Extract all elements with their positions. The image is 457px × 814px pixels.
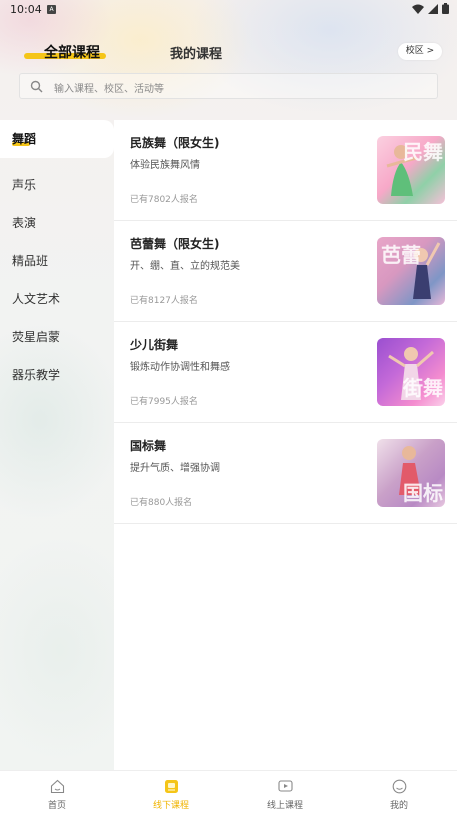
course-desc: 提升气质、增强协调 <box>130 463 220 474</box>
signal-icon <box>428 3 438 14</box>
sidebar-item-premium[interactable]: 精品班 <box>0 242 114 280</box>
thumbnail-caption: 芭蕾 <box>381 243 421 267</box>
course-enroll-count: 已有880人报名 <box>130 498 193 508</box>
tab-my-courses[interactable]: 我的课程 <box>170 43 222 62</box>
course-desc: 锻炼动作协调性和舞感 <box>130 362 230 373</box>
sidebar-item-label: 表演 <box>12 216 37 230</box>
sidebar-item-instrument[interactable]: 器乐教学 <box>0 356 114 394</box>
course-name: 民族舞（限女生) <box>130 136 220 150</box>
sidebar-item-label: 精品班 <box>12 254 49 268</box>
course-name: 国标舞 <box>130 439 167 453</box>
notification-icon: A <box>47 5 56 14</box>
offline-course-icon <box>165 780 178 793</box>
course-item[interactable]: 国标舞 提升气质、增强协调 已有880人报名 国标 <box>114 423 457 524</box>
nav-label: 线下课程 <box>152 801 189 811</box>
search-input[interactable]: 输入课程、校区、活动等 <box>19 73 438 99</box>
battery-icon <box>442 3 449 14</box>
sidebar-item-starlight[interactable]: 荧星启蒙 <box>0 318 114 356</box>
course-item[interactable]: 芭蕾舞（限女生) 开、绷、直、立的规范美 已有8127人报名 芭蕾 <box>114 221 457 322</box>
course-desc: 体验民族舞风情 <box>130 160 200 171</box>
nav-label: 首页 <box>47 801 66 811</box>
sidebar-item-humanities[interactable]: 人文艺术 <box>0 280 114 318</box>
course-desc: 开、绷、直、立的规范美 <box>130 261 240 272</box>
thumbnail-caption: 街舞 <box>403 376 443 400</box>
sidebar-item-label: 声乐 <box>12 178 37 192</box>
wifi-icon <box>412 4 424 14</box>
search-placeholder: 输入课程、校区、活动等 <box>54 84 164 95</box>
course-item[interactable]: 民族舞（限女生) 体验民族舞风情 已有7802人报名 民舞 <box>114 120 457 221</box>
sidebar-item-label: 舞蹈 <box>12 132 37 146</box>
status-icons <box>412 3 449 14</box>
course-thumbnail: 街舞 <box>377 338 445 406</box>
thumbnail-caption: 民舞 <box>403 140 443 164</box>
course-enroll-count: 已有7995人报名 <box>130 397 198 407</box>
tab-all-courses[interactable]: 全部课程 <box>44 42 100 62</box>
nav-label: 我的 <box>389 801 408 811</box>
bottom-navigation: 首页 线下课程 线上课程 我的 <box>0 770 457 814</box>
search-icon <box>30 80 43 93</box>
course-item[interactable]: 少儿街舞 锻炼动作协调性和舞感 已有7995人报名 街舞 <box>114 322 457 423</box>
home-icon <box>50 779 65 794</box>
course-name: 芭蕾舞（限女生) <box>130 237 220 251</box>
sidebar-item-dance[interactable]: 舞蹈 <box>0 120 114 158</box>
nav-online-courses[interactable]: 线上课程 <box>245 771 325 814</box>
sidebar-item-vocal[interactable]: 声乐 <box>0 166 114 204</box>
sidebar-item-label: 荧星启蒙 <box>12 330 61 344</box>
nav-home[interactable]: 首页 <box>17 771 97 814</box>
course-thumbnail: 国标 <box>377 439 445 507</box>
sidebar-item-label: 人文艺术 <box>12 292 61 306</box>
course-list: 民族舞（限女生) 体验民族舞风情 已有7802人报名 民舞 芭蕾舞（限女生) 开… <box>114 120 457 770</box>
course-thumbnail: 民舞 <box>377 136 445 204</box>
status-time: 10:04 <box>10 3 42 16</box>
sidebar-item-acting[interactable]: 表演 <box>0 204 114 242</box>
thumbnail-caption: 国标 <box>403 481 443 505</box>
course-name: 少儿街舞 <box>130 338 179 352</box>
course-enroll-count: 已有8127人报名 <box>130 296 198 306</box>
profile-icon <box>392 779 407 794</box>
nav-offline-courses[interactable]: 线下课程 <box>131 771 211 814</box>
nav-profile[interactable]: 我的 <box>359 771 439 814</box>
course-enroll-count: 已有7802人报名 <box>130 195 198 205</box>
course-thumbnail: 芭蕾 <box>377 237 445 305</box>
nav-label: 线上课程 <box>266 801 303 811</box>
online-course-icon <box>278 780 293 792</box>
campus-button[interactable]: 校区 > <box>398 43 442 60</box>
sidebar-item-label: 器乐教学 <box>12 368 61 382</box>
status-bar: 10:04 A <box>0 0 457 20</box>
